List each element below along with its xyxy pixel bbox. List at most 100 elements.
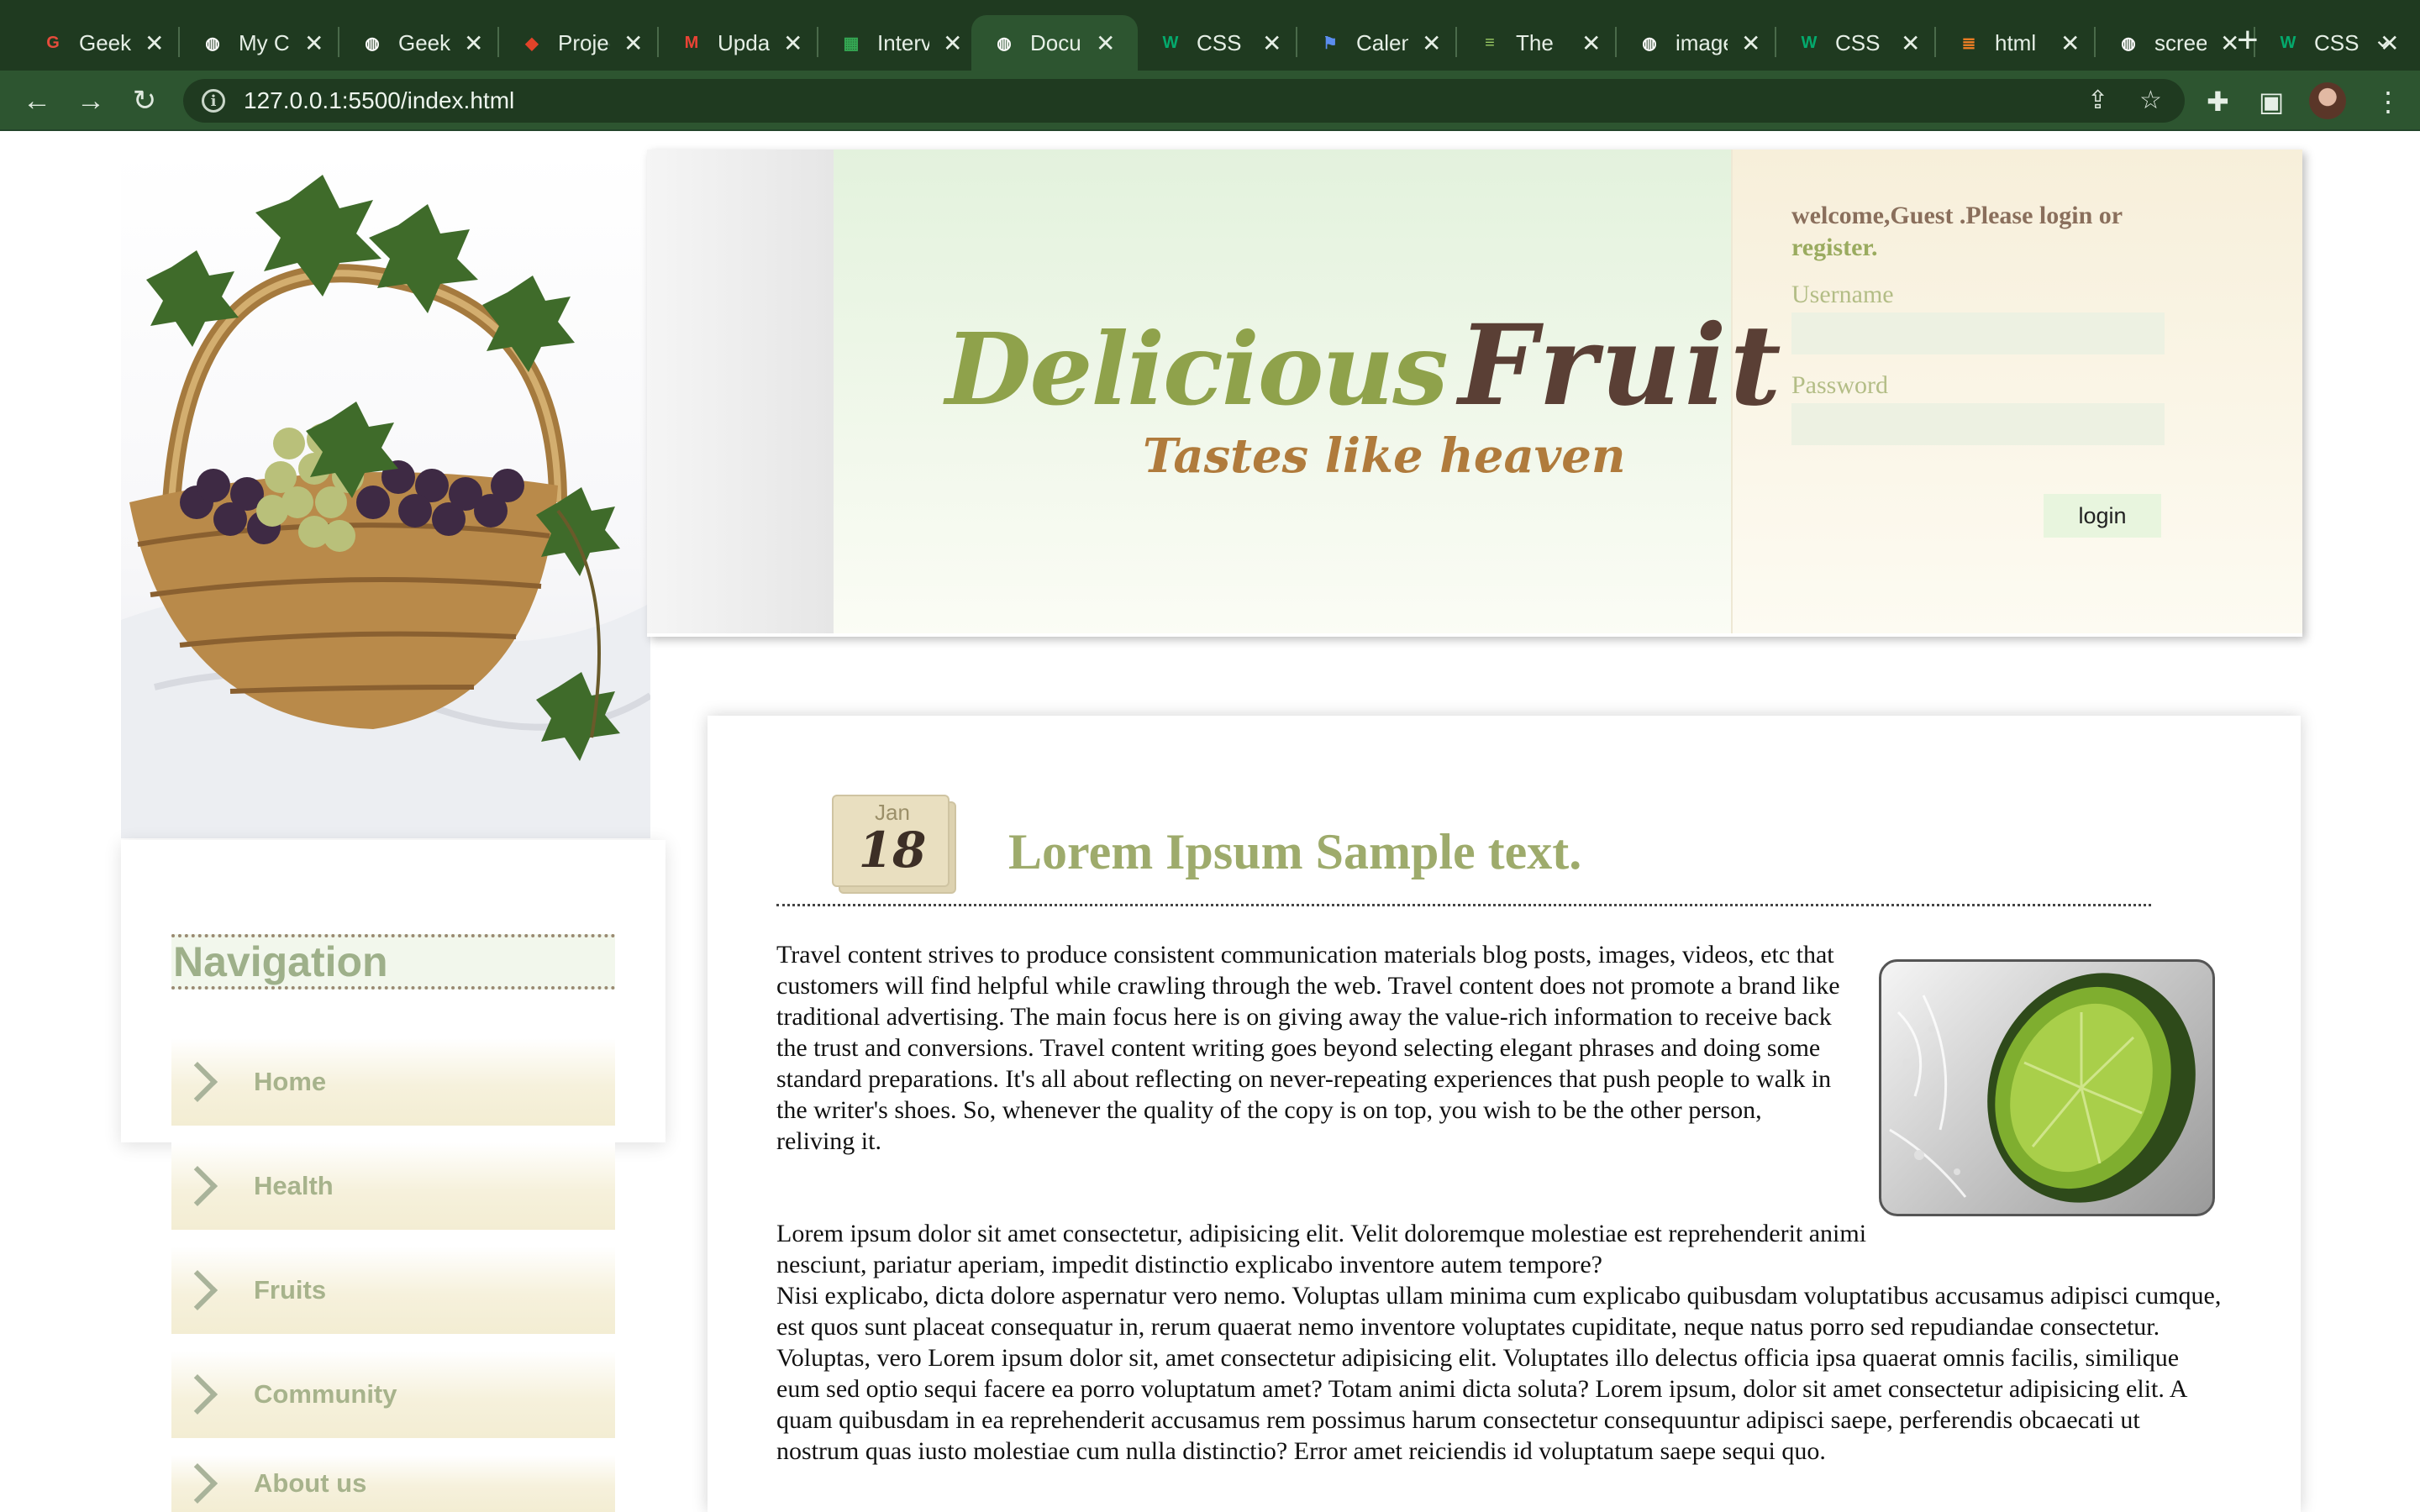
site-tagline: Tastes like heaven [1143,428,1626,484]
lime-illustration [1889,973,2196,1203]
tab-title: Upda [718,29,770,55]
post-title: Lorem Ipsum Sample text. [1008,824,1582,879]
globe-icon: ◍ [205,34,220,53]
site-info-icon[interactable]: i [202,89,225,113]
close-tab-icon[interactable]: ✕ [1096,29,1115,57]
browser-tab[interactable]: W CSS ✕ [1776,15,1936,71]
tab-title: html [1995,29,2037,55]
url-text[interactable]: 127.0.0.1:5500/index.html [244,87,514,114]
tab-title: CSS [2314,29,2360,55]
password-input[interactable] [1791,403,2165,445]
tab-title: Geeks [398,29,450,55]
password-label: Password [1791,371,1889,399]
tab-title: Geeks [79,29,131,55]
tab-title: Calen [1356,29,1408,55]
browser-tab[interactable]: ◍ My Ch ✕ [180,15,339,71]
chevron-right-icon [176,1373,218,1415]
browser-tab[interactable]: W CSS ✕ [1138,15,1297,71]
chevron-right-icon [176,1165,218,1207]
nav-item-about-us[interactable]: About us [171,1455,615,1512]
tab-title: The [1516,29,1554,55]
tab-search-chevron-icon[interactable]: ⌄ [2373,25,2392,53]
close-tab-icon[interactable]: ✕ [1422,29,1441,57]
tab-strip: G Geeks ✕ ◍ My Ch ✕ ◍ Geeks ✕ ◆ Projec ✕ M Upda ✕ ▦ Inte… [0,0,2420,71]
sheets-icon: ▦ [843,34,860,53]
w3schools-icon: W [1801,33,1818,52]
browser-tab[interactable]: ⚑ Calen ✕ [1297,15,1457,71]
globe-icon: ◍ [365,34,380,53]
close-tab-icon[interactable]: ✕ [1741,29,1760,57]
nav-item-label: About us [254,1468,367,1498]
post-paragraph-2-line-1: Lorem ipsum dolor sit amet consectetur, … [776,1220,1867,1278]
logo-word-delicious: Delicious [945,311,1449,428]
welcome-text: welcome,Guest .Please login or [1791,202,2123,229]
side-panel-icon[interactable]: ▣ [2259,86,2284,118]
nav-item-label: Health [254,1171,334,1200]
welcome-message: welcome,Guest .Please login or register. [1791,200,2144,264]
back-icon[interactable]: ← [18,82,55,119]
close-tab-icon[interactable]: ✕ [145,29,164,57]
browser-tab[interactable]: ◍ Geeks ✕ [339,15,499,71]
address-bar[interactable]: i 127.0.0.1:5500/index.html ⇪ ☆ [183,79,2185,123]
tab-title: image [1676,29,1728,55]
browser-tab[interactable]: ◍ image ✕ [1617,15,1776,71]
close-tab-icon[interactable]: ✕ [783,29,802,57]
navigation-title: Navigation [171,934,615,990]
tab-title: Docu [1030,29,1081,55]
profile-avatar[interactable] [2309,82,2346,119]
nav-item-label: Community [254,1379,397,1409]
register-link[interactable]: register. [1791,234,1877,261]
browser-tab[interactable]: ▦ Interv ✕ [818,15,978,71]
browser-tab[interactable]: ◆ Projec ✕ [499,15,659,71]
fruit-basket-illustration [121,175,650,838]
lines-icon: ≡ [1485,33,1495,52]
share-icon[interactable]: ⇪ [2087,86,2108,115]
flag-icon: ⚑ [1323,34,1338,53]
tab-title: CSS [1197,29,1242,55]
close-tab-icon[interactable]: ✕ [1262,29,1281,57]
close-tab-icon[interactable]: ✕ [1901,29,1920,57]
geeksforgeeks-icon: G [46,33,60,52]
tab-title: My Ch [239,29,291,55]
menu-kebab-icon[interactable]: ⋮ [2375,86,2402,118]
extensions-puzzle-icon[interactable]: ✚ [2207,86,2229,118]
bookmark-star-icon[interactable]: ☆ [2139,86,2162,115]
post-paragraph-1: Travel content strives to produce consis… [776,941,1840,1155]
gmail-icon: M [684,33,699,52]
tab-title: Interv [877,29,929,55]
username-input[interactable] [1791,312,2165,354]
close-tab-icon[interactable]: ✕ [464,29,483,57]
tab-title: CSS [1835,29,1881,55]
nav-item-fruits[interactable]: Fruits [171,1247,615,1334]
browser-tab[interactable]: G Geeks ✕ [20,15,180,71]
new-tab-button[interactable]: + [2237,22,2259,59]
login-button[interactable]: login [2044,494,2161,538]
browser-tab[interactable]: ◍ scree ✕ [2096,15,2255,71]
site-logo: Delicious Fruit [945,301,1785,431]
close-tab-icon[interactable]: ✕ [304,29,324,57]
calendar-front-page: Jan 18 [832,795,950,887]
browser-tab[interactable]: ◍ Docu ✕ [971,15,1138,71]
browser-tab[interactable]: M Upda ✕ [659,15,818,71]
post-paragraph-2: Lorem ipsum dolor sit amet consectetur, … [776,1218,2227,1467]
nav-item-home[interactable]: Home [171,1038,615,1126]
w3schools-icon: W [2280,33,2296,52]
nav-item-health[interactable]: Health [171,1142,615,1230]
globe-icon: ◍ [2121,34,2136,53]
close-tab-icon[interactable]: ✕ [943,29,962,57]
gitlab-icon: ◆ [525,34,539,53]
reload-icon[interactable]: ↻ [126,82,163,119]
tab-title: scree [2154,29,2207,55]
browser-tab[interactable]: ≡ The ✕ [1457,15,1617,71]
close-tab-icon[interactable]: ✕ [2060,29,2080,57]
title-divider [776,904,2151,906]
close-tab-icon[interactable]: ✕ [1581,29,1601,57]
chevron-right-icon [176,1462,218,1504]
calendar-date-icon: Jan 18 [832,795,958,895]
nav-item-community[interactable]: Community [171,1351,615,1438]
close-tab-icon[interactable]: ✕ [623,29,643,57]
browser-tab[interactable]: ≣ html ✕ [1936,15,2096,71]
forward-icon[interactable]: → [72,82,109,119]
globe-icon: ◍ [997,34,1012,53]
chevron-right-icon [176,1061,218,1103]
